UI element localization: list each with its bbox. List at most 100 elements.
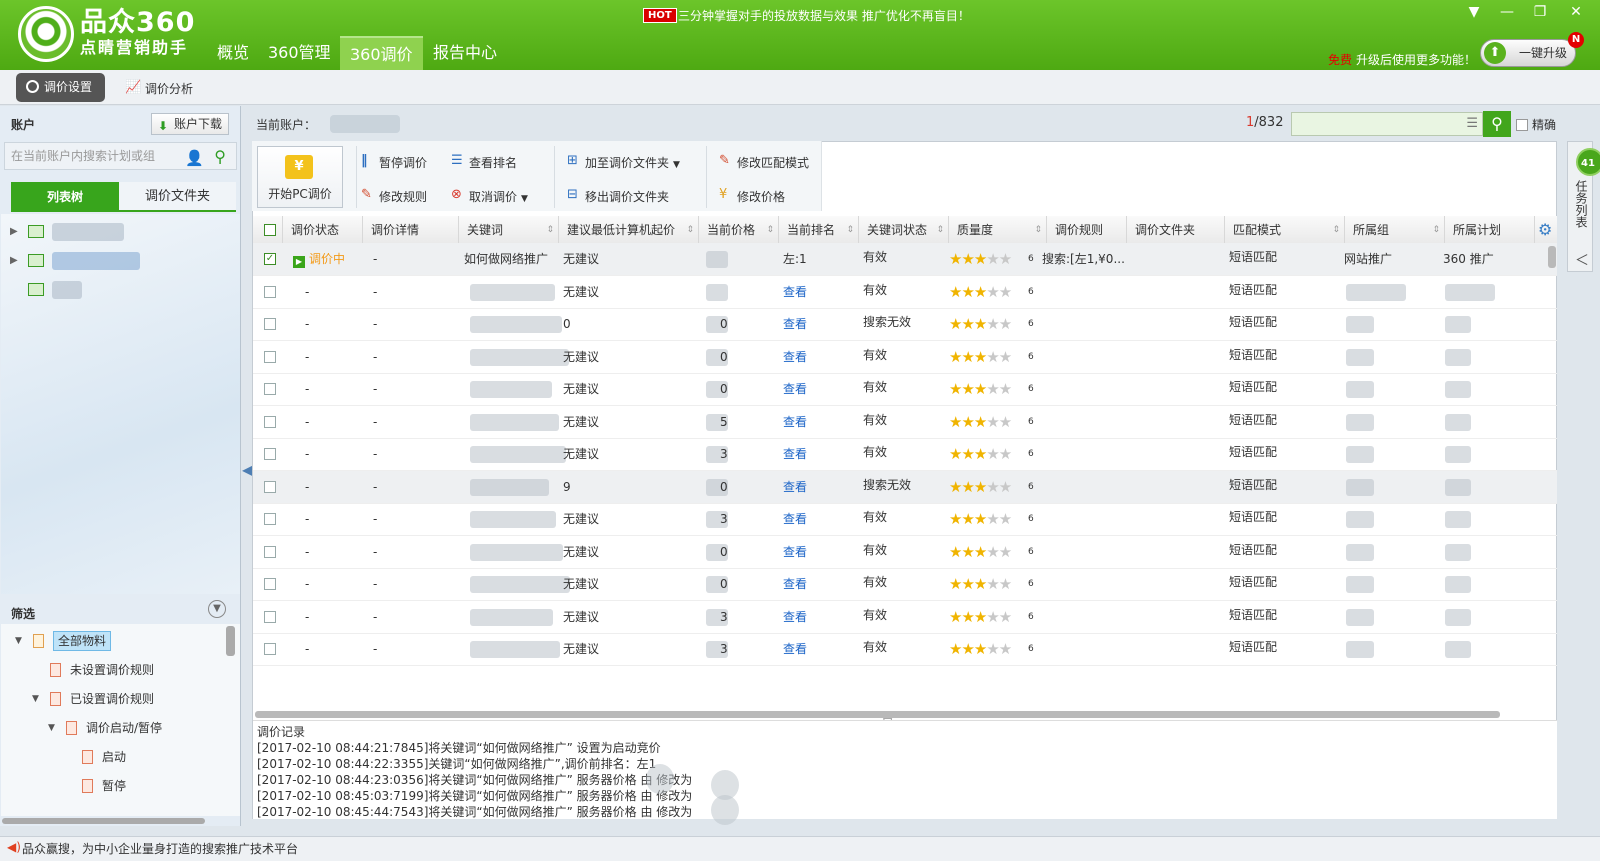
expand-icon[interactable]: ▶ — [10, 255, 18, 266]
row-checkbox[interactable] — [264, 416, 276, 428]
table-row[interactable]: - - 无建议 3 查看 有效 ★★★★★ 6 短语匹配 — [253, 633, 1557, 666]
row-checkbox[interactable] — [264, 351, 276, 363]
col-plan[interactable]: 所属计划 — [1445, 216, 1535, 244]
table-row[interactable]: - - 无建议 0 查看 有效 ★★★★★ 6 短语匹配 — [253, 568, 1557, 601]
sort-icon[interactable]: ⇕ — [1432, 216, 1440, 244]
filter-hscrollbar[interactable] — [2, 818, 205, 824]
sort-icon[interactable]: ⇕ — [766, 216, 774, 244]
list-icon[interactable]: ☰ — [1466, 116, 1478, 131]
table-row[interactable]: - - 0 0 查看 搜索无效 ★★★★★ 6 短语匹配 — [253, 308, 1557, 341]
keyword-search-input[interactable]: ☰ — [1291, 112, 1483, 136]
tab-bid-settings[interactable]: 调价设置 — [16, 73, 105, 102]
upgrade-button[interactable]: ⬆ 一键升级 — [1480, 39, 1576, 67]
expand-icon[interactable]: ▶ — [10, 226, 18, 237]
tree-node[interactable] — [10, 281, 150, 301]
view-rank-link[interactable]: 查看 — [783, 308, 807, 341]
dropdown-icon[interactable]: ▼ — [673, 160, 680, 170]
row-checkbox[interactable] — [264, 546, 276, 558]
search-icon[interactable]: ⚲ — [214, 144, 226, 170]
table-hscrollbar[interactable] — [255, 711, 1500, 718]
row-checkbox[interactable] — [264, 611, 276, 623]
view-rank-link[interactable]: 查看 — [783, 633, 807, 666]
remove-from-folder-button[interactable]: ⊟ 移出调价文件夹 — [567, 187, 669, 205]
tab-list-tree[interactable]: 列表树 — [11, 182, 119, 212]
nav-tab-overview[interactable]: 概览 — [207, 36, 259, 70]
col-current-price[interactable]: 当前价格 ⇕ — [699, 216, 779, 244]
collapse-icon[interactable]: ▼ — [48, 718, 55, 738]
table-row[interactable]: - - 无建议 0 查看 有效 ★★★★★ 6 短语匹配 — [253, 373, 1557, 406]
collapse-icon[interactable]: ▼ — [15, 631, 22, 651]
account-download-button[interactable]: ⬇ 账户下载 — [151, 113, 229, 135]
sort-icon[interactable]: ⇕ — [1034, 216, 1042, 244]
row-checkbox[interactable] — [264, 448, 276, 460]
view-rank-link[interactable]: 查看 — [783, 438, 807, 471]
tree-node[interactable]: ▶ — [10, 252, 150, 272]
modify-match-button[interactable]: ✎ 修改匹配模式 — [719, 153, 809, 171]
precise-checkbox[interactable]: 精确 — [1516, 116, 1556, 133]
view-rank-link[interactable]: 查看 — [783, 406, 807, 439]
row-checkbox[interactable] — [264, 318, 276, 330]
table-vscrollbar[interactable] — [1548, 246, 1556, 268]
tab-bid-analysis[interactable]: 📈 调价分析 — [125, 80, 193, 97]
row-checkbox[interactable] — [264, 643, 276, 655]
row-checkbox[interactable] — [264, 481, 276, 493]
view-rank-link[interactable]: 查看 — [783, 373, 807, 406]
table-row[interactable]: - - 无建议 查看 有效 ★★★★★ 6 短语匹配 — [253, 276, 1557, 309]
close-icon[interactable]: ✕ — [1561, 2, 1591, 22]
add-to-folder-button[interactable]: ⊞ 加至调价文件夹 ▼ — [567, 153, 680, 171]
table-row[interactable]: - - 无建议 0 查看 有效 ★★★★★ 6 短语匹配 — [253, 341, 1557, 374]
row-checkbox[interactable]: ✓ — [264, 253, 276, 265]
table-row[interactable]: - - 无建议 5 查看 有效 ★★★★★ 6 短语匹配 — [253, 406, 1557, 439]
dropdown-icon[interactable]: ▼ — [521, 194, 528, 204]
keyword-search-button[interactable]: ⚲ — [1483, 111, 1511, 137]
checkbox-icon[interactable] — [1516, 119, 1528, 131]
sort-icon[interactable]: ⇕ — [686, 216, 694, 244]
view-rank-button[interactable]: ☰ 查看排名 — [451, 153, 517, 171]
view-rank-link[interactable]: 查看 — [783, 536, 807, 569]
sort-icon[interactable]: ⇕ — [846, 216, 854, 244]
menu-dropdown-icon[interactable]: ▼ — [1459, 2, 1489, 22]
col-bid-status[interactable]: 调价状态 — [283, 216, 363, 244]
pause-bidding-button[interactable]: ‖ 暂停调价 — [361, 153, 427, 171]
select-all-checkbox[interactable] — [253, 216, 283, 244]
nav-tab-report-center[interactable]: 报告中心 — [423, 36, 507, 70]
filter-collapse-icon[interactable]: ▼ — [208, 600, 226, 618]
table-row[interactable]: ✓ ▶ 调价中 - 如何做网络推广 无建议 左:1 有效 ★★★★★ 6 搜索:[左1,¥0... 短… — [253, 243, 1557, 276]
col-group[interactable]: 所属组 ⇕ — [1345, 216, 1445, 244]
table-row[interactable]: - - 无建议 3 查看 有效 ★★★★★ 6 短语匹配 — [253, 438, 1557, 471]
view-rank-link[interactable]: 查看 — [783, 601, 807, 634]
col-quality[interactable]: 质量度 ⇕ — [949, 216, 1047, 244]
maximize-icon[interactable]: ❐ — [1525, 2, 1555, 22]
row-checkbox[interactable] — [264, 383, 276, 395]
col-suggest-price[interactable]: 建议最低计算机起价 ⇕ — [559, 216, 699, 244]
modify-rule-button[interactable]: ✎ 修改规则 — [361, 187, 427, 205]
start-pc-bidding-button[interactable]: ¥ 开始PC调价 — [257, 146, 343, 208]
nav-tab-360-bidding[interactable]: 360调价 — [340, 36, 423, 70]
nav-tab-360-manage[interactable]: 360管理 — [258, 36, 341, 70]
sort-icon[interactable]: ⇕ — [936, 216, 944, 244]
tab-bid-folder[interactable]: 调价文件夹 — [119, 182, 236, 212]
tree-node[interactable]: ▶ — [10, 223, 150, 243]
table-row[interactable]: - - 无建议 3 查看 有效 ★★★★★ 6 短语匹配 — [253, 601, 1557, 634]
collapse-icon[interactable]: ▼ — [32, 689, 39, 709]
modify-price-button[interactable]: ¥ 修改价格 — [719, 187, 785, 205]
col-bid-rule[interactable]: 调价规则 — [1047, 216, 1127, 244]
settings-gear-icon[interactable]: ⚙ — [1538, 220, 1552, 239]
minimize-icon[interactable]: — — [1492, 2, 1522, 22]
cancel-bidding-button[interactable]: ⊗ 取消调价 ▼ — [451, 187, 528, 205]
checkbox-icon[interactable] — [264, 224, 276, 236]
row-checkbox[interactable] — [264, 286, 276, 298]
view-rank-link[interactable]: 查看 — [783, 503, 807, 536]
sort-icon[interactable]: ⇕ — [546, 216, 554, 244]
promo-banner-link[interactable]: 三分钟掌握对手的投放数据与效果 推广优化不再盲目！ — [678, 7, 970, 24]
expand-task-icon[interactable]: ＜ — [1575, 250, 1589, 270]
row-checkbox[interactable] — [264, 513, 276, 525]
col-bid-detail[interactable]: 调价详情 — [363, 216, 459, 244]
user-search-icon[interactable]: 👤 — [185, 145, 204, 171]
col-bid-folder[interactable]: 调价文件夹 — [1127, 216, 1225, 244]
col-keyword[interactable]: 关键词 ⇕ — [459, 216, 559, 244]
view-rank-link[interactable]: 查看 — [783, 276, 807, 309]
table-row[interactable]: - - 9 0 查看 搜索无效 ★★★★★ 6 短语匹配 — [253, 471, 1557, 504]
view-rank-link[interactable]: 查看 — [783, 568, 807, 601]
table-row[interactable]: - - 无建议 3 查看 有效 ★★★★★ 6 短语匹配 — [253, 503, 1557, 536]
